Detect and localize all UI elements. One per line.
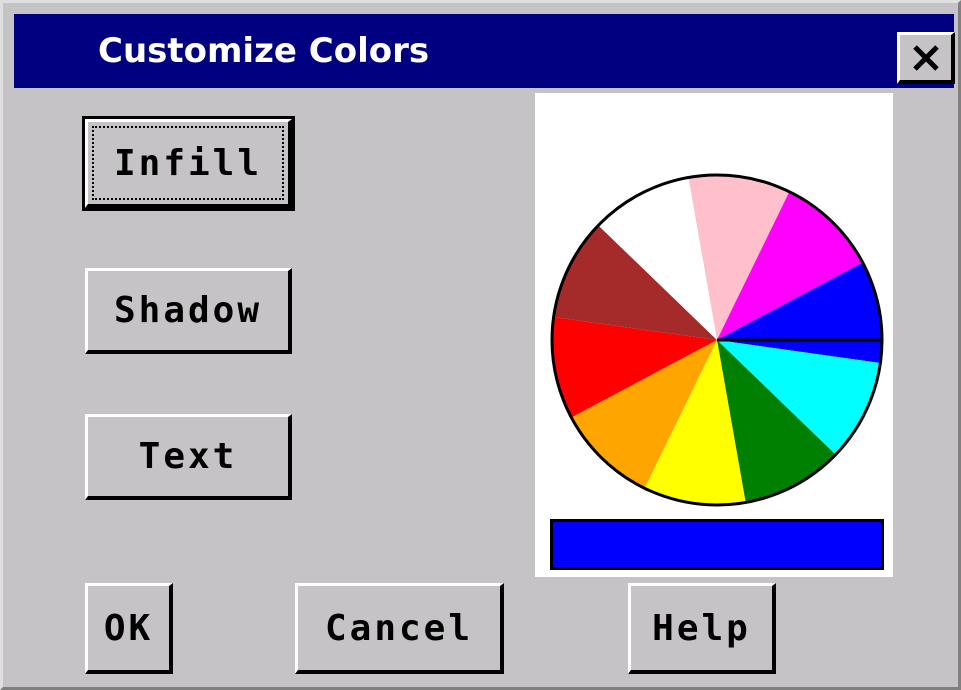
shadow-button-label: Shadow [113,290,263,331]
help-button-label: Help [652,607,751,649]
ok-button-label: OK [103,607,154,649]
ok-button[interactable]: OK [85,583,173,674]
infill-button-label: Infill [113,142,263,184]
cancel-button-label: Cancel [324,607,474,649]
customize-colors-dialog: Customize Colors Infill Shadow Text OK C… [0,0,961,690]
close-button[interactable] [897,32,955,84]
text-button[interactable]: Text [85,414,292,500]
close-icon [912,44,939,71]
title-bar[interactable]: Customize Colors [14,14,955,88]
help-button[interactable]: Help [628,583,776,674]
cancel-button[interactable]: Cancel [295,583,504,674]
color-wheel[interactable] [535,93,893,513]
color-preview-panel [535,93,893,577]
dialog-title: Customize Colors [98,31,430,71]
text-button-label: Text [138,436,238,477]
shadow-button[interactable]: Shadow [85,268,292,354]
selected-color-swatch [550,519,884,570]
infill-button[interactable]: Infill [82,116,295,211]
